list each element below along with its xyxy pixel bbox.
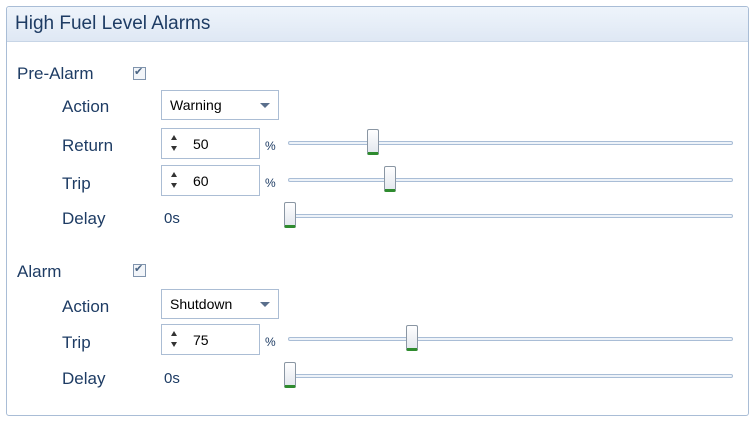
pre-alarm-return-slider-track[interactable]	[288, 141, 733, 145]
pre-alarm-action-label: Action	[62, 97, 110, 116]
pre-alarm-return-slider-thumb[interactable]	[367, 129, 379, 155]
pre-alarm-delay-value: 0s	[164, 210, 180, 227]
pre-alarm-return-label: Return	[62, 136, 114, 155]
pre-alarm-return-spinbox[interactable]: 50	[161, 128, 260, 159]
panel-header: High Fuel Level Alarms	[7, 7, 748, 42]
alarm-trip-slider-thumb[interactable]	[406, 325, 418, 351]
alarm-delay-value: 0s	[164, 370, 180, 387]
spin-arrows-icon[interactable]	[171, 331, 179, 347]
alarm-trip-value: 75	[193, 332, 209, 348]
alarm-delay-label: Delay	[62, 369, 106, 388]
panel-title: High Fuel Level Alarms	[15, 13, 211, 34]
alarm-action-label: Action	[62, 297, 110, 316]
alarm-action-value: Shutdown	[170, 296, 233, 312]
alarm-trip-slider-track[interactable]	[288, 337, 733, 341]
pre-alarm-action-value: Warning	[170, 97, 222, 113]
chevron-down-icon	[260, 302, 270, 307]
high-fuel-level-alarms-panel: High Fuel Level Alarms	[6, 6, 749, 416]
chevron-down-icon	[260, 103, 270, 108]
pre-alarm-checkbox[interactable]	[133, 65, 146, 80]
alarm-label: Alarm	[17, 262, 62, 281]
pre-alarm-action-dropdown[interactable]: Warning	[161, 90, 279, 120]
pre-alarm-return-value: 50	[193, 136, 209, 152]
alarm-trip-spinbox[interactable]: 75	[161, 324, 260, 355]
pre-alarm-delay-slider-thumb[interactable]	[284, 202, 296, 228]
pre-alarm-delay-label: Delay	[62, 209, 106, 228]
alarm-trip-label: Trip	[62, 333, 91, 352]
alarm-delay-slider-track[interactable]	[288, 374, 733, 378]
pre-alarm-trip-slider-track[interactable]	[288, 178, 733, 182]
spin-arrows-icon[interactable]	[171, 172, 179, 188]
pre-alarm-trip-unit: %	[265, 176, 276, 190]
pre-alarm-label: Pre-Alarm	[17, 64, 94, 83]
pre-alarm-trip-spinbox[interactable]: 60	[161, 165, 260, 196]
pre-alarm-trip-label: Trip	[62, 174, 91, 193]
pre-alarm-trip-value: 60	[193, 173, 209, 189]
alarm-delay-slider-thumb[interactable]	[284, 362, 296, 388]
pre-alarm-return-unit: %	[265, 139, 276, 153]
spin-arrows-icon[interactable]	[171, 135, 179, 151]
alarm-action-dropdown[interactable]: Shutdown	[161, 289, 279, 319]
pre-alarm-delay-slider-track[interactable]	[288, 214, 733, 218]
alarm-trip-unit: %	[265, 335, 276, 349]
pre-alarm-trip-slider-thumb[interactable]	[384, 166, 396, 192]
alarm-checkbox[interactable]	[133, 262, 146, 277]
